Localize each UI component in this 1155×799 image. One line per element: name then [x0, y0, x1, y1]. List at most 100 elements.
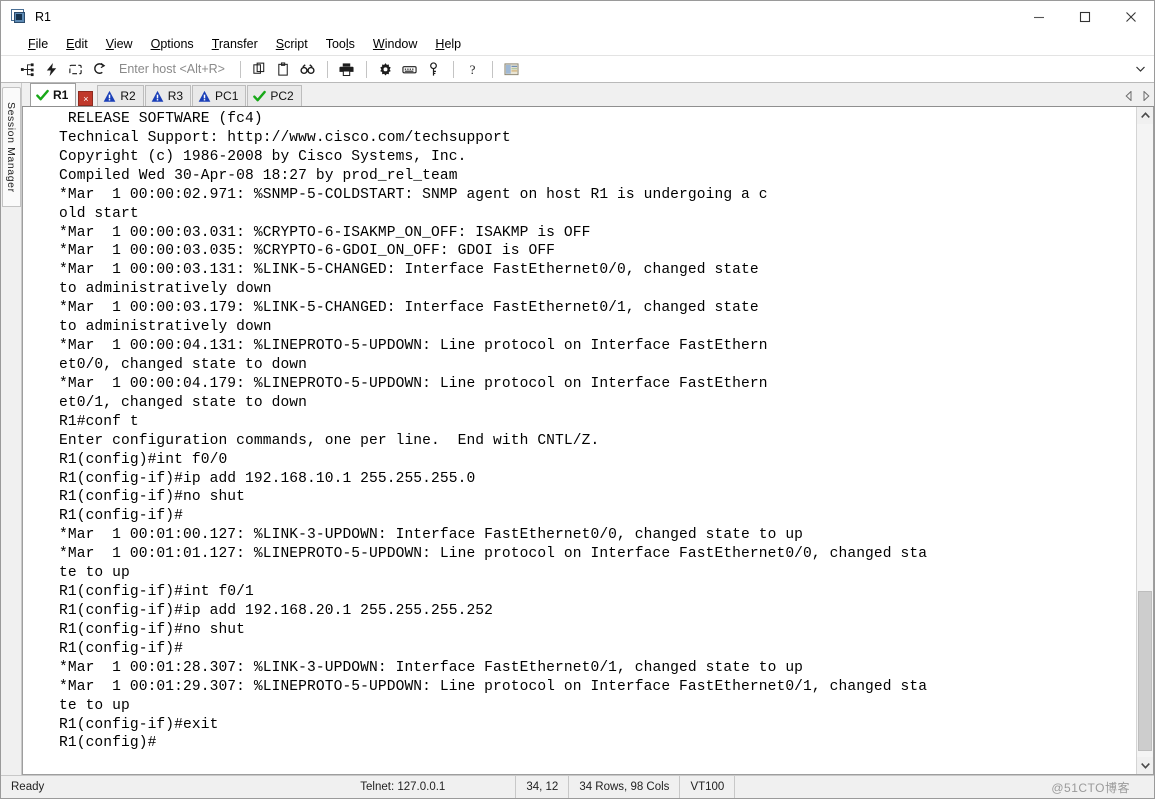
close-button[interactable]: [1108, 1, 1154, 32]
scroll-up-button[interactable]: [1137, 107, 1153, 124]
terminal-line: R1#conf t: [59, 413, 139, 430]
toolbar-separator-3: [365, 60, 367, 78]
session-tab-r3[interactable]: R3: [144, 85, 192, 106]
scroll-down-button[interactable]: [1137, 757, 1153, 774]
session-tab-r2-label: R2: [120, 89, 136, 103]
status-protocol: Telnet: 127.0.0.1: [360, 781, 446, 793]
terminal-area: RELEASE SOFTWARE (fc4) Technical Support:…: [22, 107, 1154, 775]
workspace: Session Manager R1 × R2 R3 PC1 PC2 RELEA…: [1, 83, 1154, 775]
terminal-line: R1(config)#int f0/0: [59, 451, 228, 468]
terminal-line: R1(config-if)#: [59, 508, 184, 525]
session-tab-r3-label: R3: [167, 89, 184, 103]
terminal-line: te to up: [59, 697, 130, 714]
terminal-line: Enter configuration commands, one per li…: [59, 432, 600, 449]
toolbar-separator-5: [491, 60, 493, 78]
status-dimensions: 34 Rows, 98 Cols: [568, 776, 679, 798]
session-tab-pc2[interactable]: PC2: [247, 85, 302, 106]
paste-icon[interactable]: [272, 57, 296, 81]
session-tab-pc2-label: PC2: [270, 89, 294, 103]
session-tab-pc1-label: PC1: [215, 89, 239, 103]
terminal-line: te to up: [59, 565, 130, 582]
help-icon[interactable]: ?: [461, 57, 485, 81]
terminal-line: Technical Support: http://www.cisco.com/…: [59, 129, 511, 146]
toolbar: Enter host <Alt+R> ?: [1, 56, 1154, 83]
terminal-line: *Mar 1 00:00:03.035: %CRYPTO-6-GDOI_ON_O…: [59, 243, 556, 260]
terminal-line: R1(config-if)#no shut: [59, 489, 246, 506]
toolbar-separator-2: [326, 60, 328, 78]
terminal-line: Compiled Wed 30-Apr-08 18:27 by prod_rel…: [59, 167, 458, 184]
session-tab-r2[interactable]: R2: [97, 85, 144, 106]
terminal-line: RELEASE SOFTWARE (fc4): [59, 111, 263, 127]
terminal-line: R1(config-if)#ip add 192.168.20.1 255.25…: [59, 602, 494, 619]
green-check-icon: [36, 89, 49, 102]
find-icon[interactable]: [296, 57, 320, 81]
key-icon[interactable]: [422, 57, 446, 81]
toolbar-overflow-icon[interactable]: [1132, 57, 1148, 81]
menu-tools[interactable]: Tools: [317, 33, 364, 55]
toolbar-separator-4: [452, 60, 454, 78]
status-cursor-position: 34, 12: [515, 776, 568, 798]
blue-warning-icon: [103, 90, 116, 103]
terminal-line: *Mar 1 00:01:29.307: %LINEPROTO-5-UPDOWN…: [59, 678, 928, 695]
window-controls: [1016, 1, 1154, 32]
title-bar: R1: [1, 1, 1154, 33]
maximize-button[interactable]: [1062, 1, 1108, 32]
session-options-icon[interactable]: [374, 57, 398, 81]
host-input[interactable]: Enter host <Alt+R>: [119, 62, 225, 76]
tab-scroll-right-icon[interactable]: [1137, 85, 1154, 106]
terminal-line: to administratively down: [59, 319, 272, 336]
menu-view[interactable]: View: [97, 33, 142, 55]
terminal-line: R1(config-if)#no shut: [59, 621, 246, 638]
terminal-line: *Mar 1 00:00:02.971: %SNMP-5-COLDSTART: …: [59, 186, 768, 203]
keymap-editor-icon[interactable]: [398, 57, 422, 81]
scrollbar-track[interactable]: [1137, 124, 1153, 757]
blue-warning-icon: [198, 90, 211, 103]
status-bar: Ready Telnet: 127.0.0.1 34, 12 34 Rows, …: [1, 775, 1154, 798]
menu-file[interactable]: File: [19, 33, 57, 55]
session-manager-icon[interactable]: [500, 57, 524, 81]
session-tab-strip: R1 × R2 R3 PC1 PC2: [22, 83, 1154, 107]
menu-bar: File Edit View Options Transfer Script T…: [1, 33, 1154, 56]
close-session-tab-button[interactable]: ×: [78, 91, 94, 106]
print-icon[interactable]: [335, 57, 359, 81]
green-check-icon: [253, 90, 267, 103]
minimize-button[interactable]: [1016, 1, 1062, 32]
toolbar-separator: [239, 60, 241, 78]
quick-connect-icon[interactable]: [39, 57, 63, 81]
terminal-line: *Mar 1 00:01:28.307: %LINK-3-UPDOWN: Int…: [59, 659, 804, 676]
tab-scroll-left-icon[interactable]: [1120, 85, 1137, 106]
terminal-line: *Mar 1 00:01:01.127: %LINEPROTO-5-UPDOWN…: [59, 546, 928, 563]
terminal-line: *Mar 1 00:00:04.179: %LINEPROTO-5-UPDOWN…: [59, 375, 768, 392]
connect-icon[interactable]: [15, 57, 39, 81]
terminal-line: *Mar 1 00:00:03.031: %CRYPTO-6-ISAKMP_ON…: [59, 224, 591, 241]
terminal-scrollbar[interactable]: [1136, 107, 1153, 774]
session-tab-r1[interactable]: R1: [30, 83, 77, 106]
menu-edit[interactable]: Edit: [57, 33, 97, 55]
terminal-line: *Mar 1 00:00:04.131: %LINEPROTO-5-UPDOWN…: [59, 338, 768, 355]
session-manager-rail[interactable]: Session Manager: [1, 83, 22, 775]
menu-window[interactable]: Window: [364, 33, 426, 55]
reconnect-icon[interactable]: [63, 57, 87, 81]
session-manager-tab[interactable]: Session Manager: [1, 87, 21, 207]
menu-transfer[interactable]: Transfer: [203, 33, 267, 55]
terminal-output[interactable]: RELEASE SOFTWARE (fc4) Technical Support:…: [23, 107, 1136, 774]
session-tab-pc1[interactable]: PC1: [192, 85, 247, 106]
connect-in-tab-icon[interactable]: [87, 57, 111, 81]
menu-options[interactable]: Options: [142, 33, 203, 55]
copy-icon[interactable]: [248, 57, 272, 81]
main-column: R1 × R2 R3 PC1 PC2 RELEASE SOFTWARE (fc4…: [22, 83, 1154, 775]
session-tab-r1-label: R1: [53, 88, 69, 102]
terminal-line: et0/0, changed state to down: [59, 356, 308, 373]
window-title: R1: [35, 9, 51, 24]
terminal-line: old start: [59, 205, 139, 222]
svg-text:?: ?: [470, 62, 476, 77]
terminal-line: et0/1, changed state to down: [59, 394, 308, 411]
status-ready: Ready: [11, 781, 45, 793]
menu-script[interactable]: Script: [267, 33, 317, 55]
menu-help[interactable]: Help: [426, 33, 470, 55]
scrollbar-thumb[interactable]: [1138, 591, 1152, 751]
terminal-line: *Mar 1 00:00:03.131: %LINK-5-CHANGED: In…: [59, 262, 759, 279]
status-watermark-cell: @51CTO博客: [734, 776, 1154, 798]
status-emulation: VT100: [679, 776, 734, 798]
watermark: @51CTO博客: [1051, 780, 1131, 795]
